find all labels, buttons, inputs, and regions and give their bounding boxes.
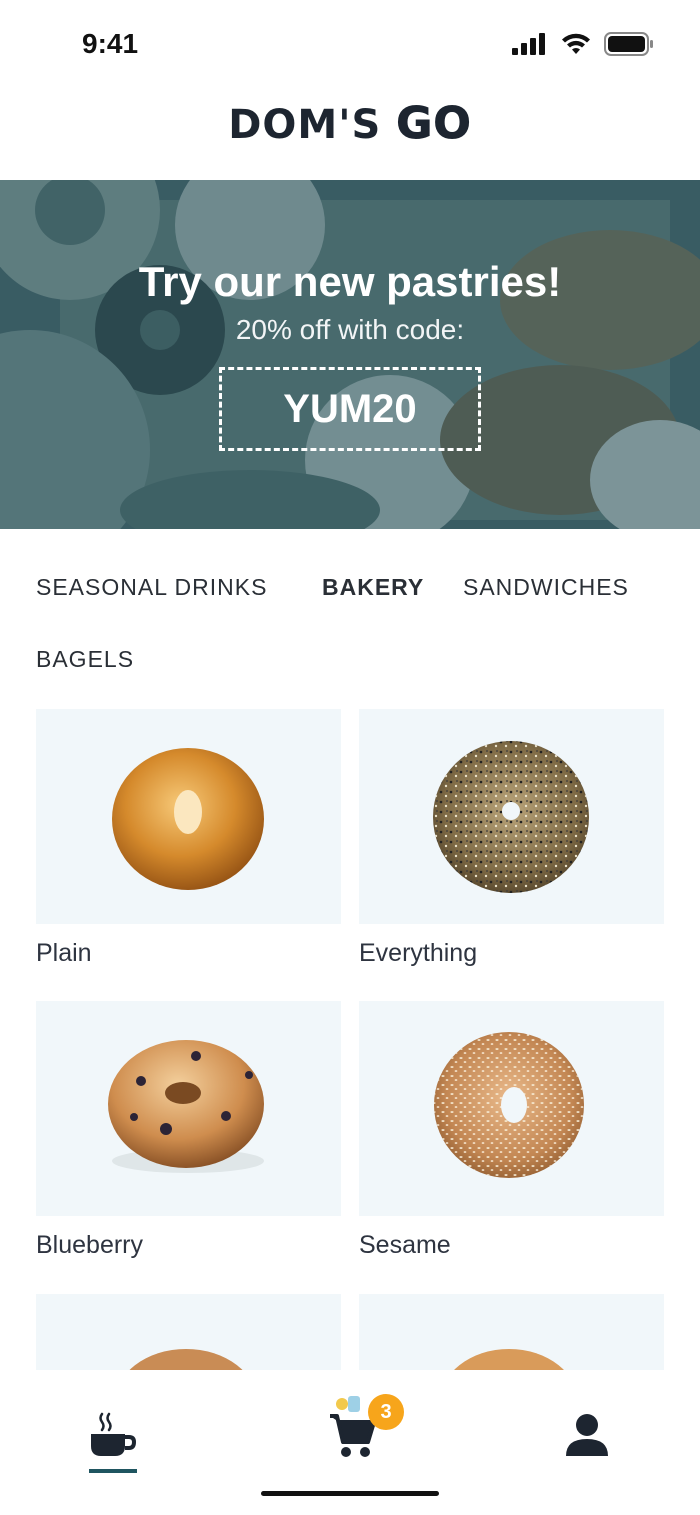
tab-bagels[interactable]: BAGELS <box>36 646 134 673</box>
home-indicator[interactable] <box>261 1491 439 1496</box>
product-image-plain <box>36 709 341 924</box>
product-name: Sesame <box>359 1231 451 1259</box>
sesame-bagel-icon <box>434 1032 584 1178</box>
battery-icon <box>604 32 653 56</box>
everything-bagel-icon <box>433 741 589 893</box>
logo-go-text: GO <box>396 98 472 150</box>
app-logo: DOM'S GO <box>0 98 700 150</box>
promo-banner[interactable]: Try our new pastries! 20% off with code:… <box>0 180 700 529</box>
tab-sandwiches[interactable]: SANDWICHES <box>463 574 629 601</box>
product-card-plain[interactable]: Plain <box>36 709 341 967</box>
product-name: Blueberry <box>36 1231 143 1259</box>
product-image-blueberry <box>36 1001 341 1216</box>
coffee-cup-icon <box>91 1412 137 1456</box>
product-image-sesame <box>359 1001 664 1216</box>
plain-bagel-icon <box>112 748 264 890</box>
status-time: 9:41 <box>82 28 139 59</box>
product-card-everything[interactable]: Everything <box>359 709 664 967</box>
cellular-signal-icon <box>512 33 545 55</box>
nav-profile[interactable] <box>564 1412 610 1463</box>
logo-main-text: DOM'S <box>228 102 382 148</box>
product-name: Everything <box>359 939 478 967</box>
product-card-sesame[interactable]: Sesame <box>359 1001 664 1259</box>
blueberry-bagel-icon <box>108 1040 264 1173</box>
status-bar: 9:41 <box>0 0 700 90</box>
promo-code-box[interactable]: YUM20 <box>219 367 481 451</box>
promo-code: YUM20 <box>283 386 417 431</box>
cart-count-badge: 3 <box>368 1394 404 1430</box>
wifi-icon <box>562 33 590 54</box>
active-tab-indicator <box>89 1469 137 1473</box>
product-name: Plain <box>36 939 92 967</box>
banner-subtitle: 20% off with code: <box>235 314 465 345</box>
product-card-blueberry[interactable]: Blueberry <box>36 1001 341 1259</box>
product-image-everything <box>359 709 664 924</box>
user-icon <box>566 1414 608 1456</box>
tab-seasonal-drinks[interactable]: SEASONAL DRINKS <box>36 574 267 601</box>
status-icons <box>512 32 654 56</box>
nav-menu[interactable] <box>88 1410 138 1465</box>
tab-bakery[interactable]: BAKERY <box>322 574 424 601</box>
banner-title: Try our new pastries! <box>138 258 562 305</box>
banner-overlay <box>0 180 700 529</box>
